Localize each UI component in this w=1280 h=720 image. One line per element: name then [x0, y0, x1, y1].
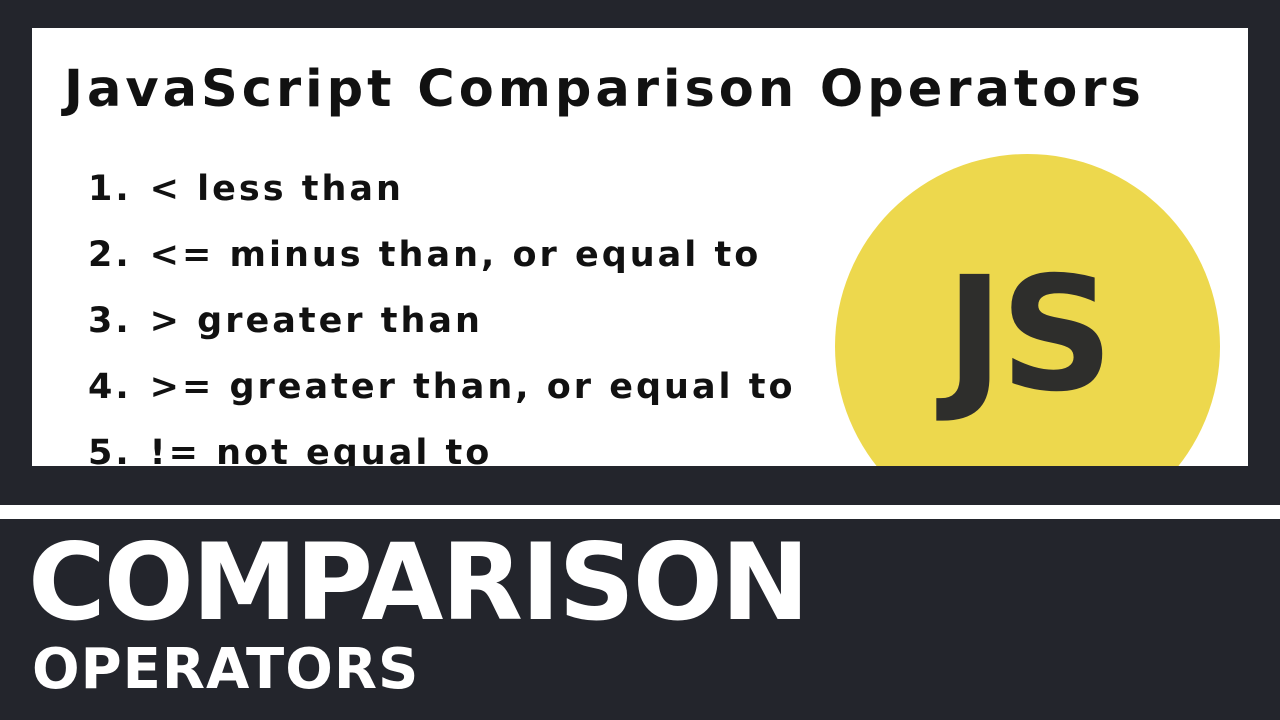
- list-item: 3. > greater than: [88, 288, 796, 354]
- list-item-number: 4.: [88, 367, 132, 407]
- list-item: 5. != not equal to: [88, 420, 796, 466]
- operator-list: 1. < less than 2. <= minus than, or equa…: [88, 156, 796, 466]
- list-item: 2. <= minus than, or equal to: [88, 222, 796, 288]
- banner-title: COMPARISON: [28, 521, 810, 644]
- divider: [0, 505, 1280, 519]
- list-item-text: <= minus than, or equal to: [149, 235, 762, 275]
- list-item-number: 3.: [88, 301, 132, 341]
- list-item-number: 2.: [88, 235, 132, 275]
- list-item-text: >= greater than, or equal to: [149, 367, 796, 407]
- logo-text: JS: [945, 243, 1114, 427]
- list-item-text: < less than: [149, 169, 404, 209]
- card-title: JavaScript Comparison Operators: [64, 60, 1145, 119]
- list-item-text: > greater than: [149, 301, 483, 341]
- operators-card: JavaScript Comparison Operators 1. < les…: [32, 28, 1248, 466]
- list-item: 4. >= greater than, or equal to: [88, 354, 796, 420]
- list-item-number: 1.: [88, 169, 132, 209]
- banner-subtitle: OPERATORS: [32, 637, 420, 702]
- list-item-text: != not equal to: [149, 433, 493, 466]
- list-item-number: 5.: [88, 433, 132, 466]
- list-item: 1. < less than: [88, 156, 796, 222]
- javascript-logo-icon: JS: [835, 154, 1220, 466]
